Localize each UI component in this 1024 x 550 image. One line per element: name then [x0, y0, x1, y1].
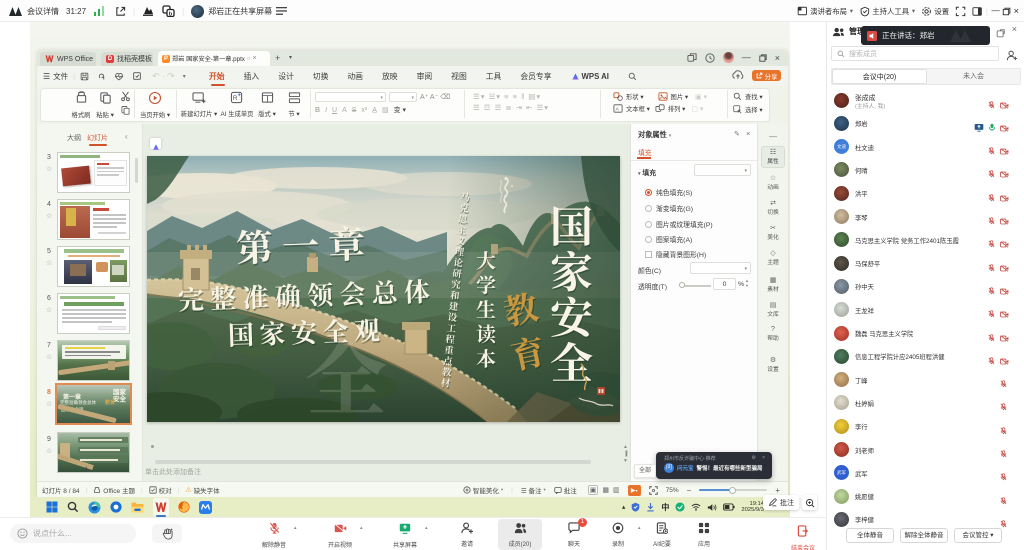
svg-text:R: R	[233, 95, 238, 102]
svg-text:A: A	[616, 107, 620, 113]
